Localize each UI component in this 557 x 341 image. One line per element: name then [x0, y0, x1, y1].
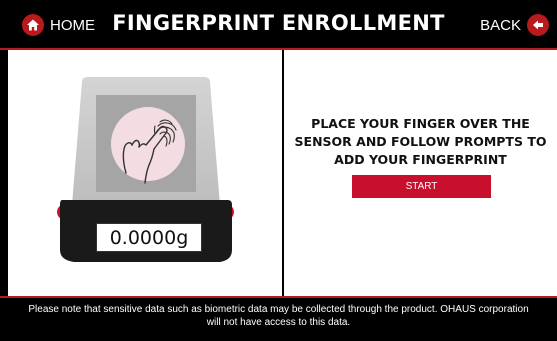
- enrollment-prompt: PLACE YOUR FINGER OVER THE SENSOR AND FO…: [284, 115, 557, 169]
- top-bar: HOME FINGERPRINT ENROLLMENT BACK: [0, 0, 557, 50]
- notice-line: Please note that sensitive data such as …: [28, 304, 529, 315]
- back-button[interactable]: BACK: [480, 10, 549, 40]
- home-label: HOME: [50, 16, 95, 34]
- back-label: BACK: [480, 16, 521, 34]
- privacy-notice: Please note that sensitive data such as …: [0, 299, 557, 341]
- scale-illustration: [57, 77, 234, 262]
- weight-display: 0.0000g: [96, 223, 202, 252]
- start-button[interactable]: START: [352, 175, 491, 198]
- prompt-line: PLACE YOUR FINGER OVER THE: [311, 116, 530, 131]
- home-button[interactable]: HOME: [22, 10, 95, 40]
- prompt-line: ADD YOUR FINGERPRINT: [334, 152, 507, 167]
- footer-divider: [0, 296, 557, 298]
- scale-panel: 0.0000g: [8, 50, 282, 296]
- instruction-panel: PLACE YOUR FINGER OVER THE SENSOR AND FO…: [284, 50, 557, 296]
- back-arrow-icon: [527, 14, 549, 36]
- notice-line: will not have access to this data.: [206, 317, 351, 328]
- home-icon: [22, 14, 44, 36]
- prompt-line: SENSOR AND FOLLOW PROMPTS TO: [294, 134, 547, 149]
